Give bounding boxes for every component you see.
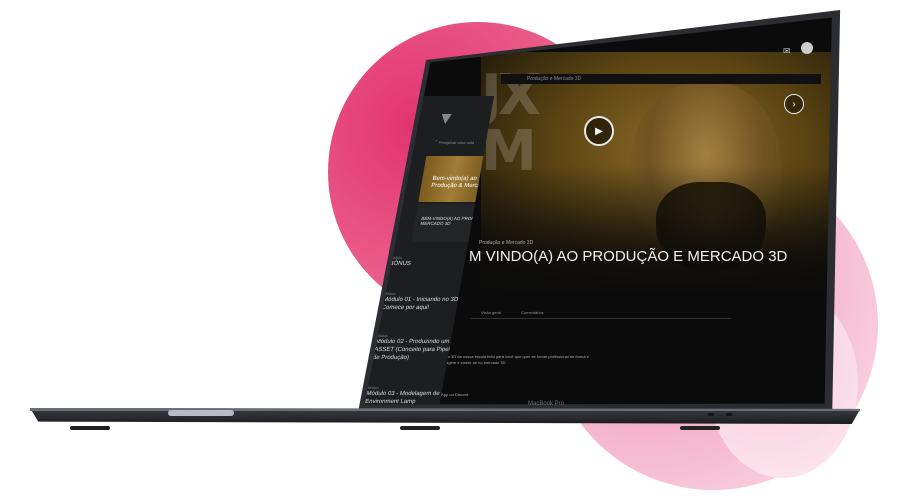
chat-bubble-icon[interactable]: ✉ [783,46,791,57]
video-overlay-letters: JX M [481,63,541,184]
lesson-count: 8 [455,386,458,390]
laptop-screen: JX M Produção e Mercado 3D ✉ ▶ › Produçã… [364,17,832,405]
lesson-count: 10 [462,334,468,338]
search-input[interactable]: Pesquisar uma aula [438,140,474,145]
logo-icon [440,114,452,124]
course-label: Produção e Mercado 3D [479,240,534,246]
usb-port-icon [726,413,732,416]
lesson-tabs: Visão geral Comentários [471,308,731,319]
tab-overview[interactable]: Visão geral [481,310,501,315]
laptop-foot [400,426,440,430]
laptop-foot [70,426,110,430]
play-icon[interactable]: ▶ [584,116,614,146]
chevron-right-icon[interactable]: › [784,94,804,114]
usb-port-icon [708,413,714,416]
breadcrumb[interactable]: Produção e Mercado 3D [527,76,581,82]
user-avatar[interactable] [801,42,813,54]
laptop-hinge-notch [168,410,234,416]
laptop-foot [680,426,720,430]
laptop-brand-label: MacBook Pro [528,401,565,407]
tab-comments[interactable]: Comentários [521,310,544,315]
lesson-title: M VINDO(A) AO PRODUÇÃO E MERCADO 3D [469,248,788,265]
